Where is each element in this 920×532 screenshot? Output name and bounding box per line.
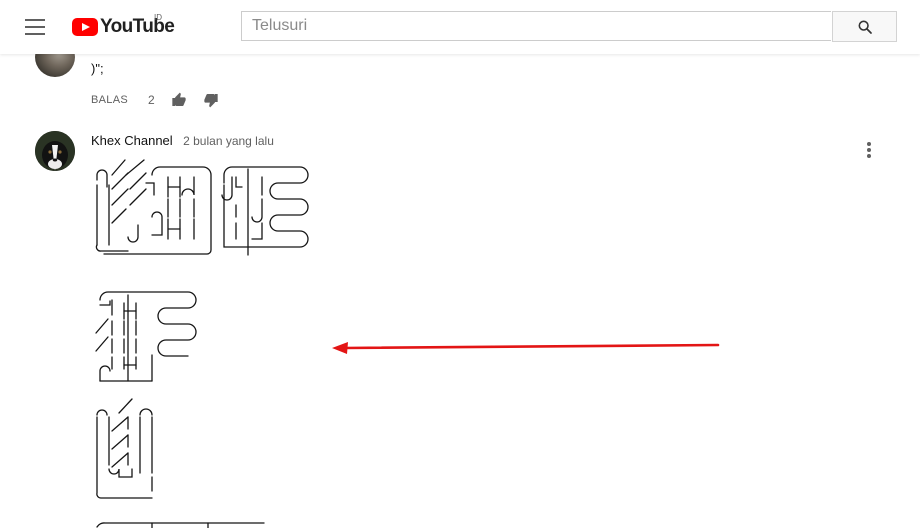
search-box <box>241 11 831 41</box>
country-code: ID <box>154 13 162 22</box>
reply-button[interactable]: BALAS <box>91 94 128 106</box>
comment-actions: BALAS 2 <box>91 92 219 108</box>
comment-timestamp[interactable]: 2 bulan yang lalu <box>183 134 274 148</box>
masthead: YouTube ID <box>0 0 920 54</box>
search-icon <box>858 20 872 34</box>
youtube-play-icon <box>72 18 98 36</box>
youtube-logo[interactable]: YouTube ID <box>72 13 175 39</box>
comment-ascii-art <box>88 155 328 532</box>
more-options-icon[interactable] <box>863 142 875 160</box>
red-arrow-annotation <box>332 342 720 354</box>
comment-text: )"; <box>91 61 104 76</box>
comment-header: Khex Channel 2 bulan yang lalu <box>91 132 274 150</box>
logo-wordmark: YouTube <box>100 16 175 37</box>
thumbs-up-icon[interactable] <box>171 92 187 108</box>
thumbs-down-icon[interactable] <box>203 92 219 108</box>
dog-avatar-image <box>35 131 75 171</box>
search-input[interactable] <box>242 12 831 40</box>
like-count: 2 <box>147 93 155 107</box>
search-button[interactable] <box>832 11 897 42</box>
ascii-art-drawing <box>95 159 309 529</box>
avatar[interactable] <box>35 131 75 171</box>
author-name[interactable]: Khex Channel <box>91 133 173 148</box>
hamburger-menu-icon[interactable] <box>25 19 45 35</box>
